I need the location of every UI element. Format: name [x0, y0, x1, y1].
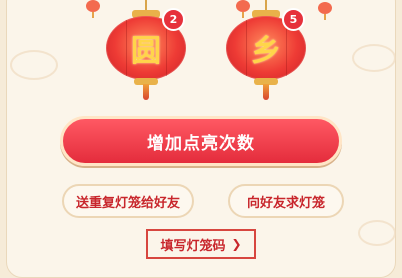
lantern-count-badge: 5 — [282, 8, 305, 31]
increase-light-count-button[interactable]: 增加点亮次数 — [60, 116, 342, 166]
enter-lantern-code-label: 填写灯笼码 — [160, 238, 226, 254]
cloud-decoration-right — [352, 44, 396, 72]
lantern-card-1[interactable]: 圆 2 — [104, 0, 188, 100]
enter-lantern-code-link[interactable]: 填写灯笼码 ❯ — [146, 229, 256, 259]
ask-friends-lantern-button[interactable]: 向好友求灯笼 — [228, 184, 344, 218]
cloud-decoration-left — [10, 50, 58, 80]
chevron-right-icon: ❯ — [231, 237, 242, 251]
small-lantern-icon — [86, 0, 100, 18]
lantern-card-2[interactable]: 乡 5 — [224, 0, 308, 100]
send-duplicate-lantern-button[interactable]: 送重复灯笼给好友 — [62, 184, 194, 218]
small-lantern-icon — [318, 2, 332, 20]
cloud-decoration-bottom-right — [358, 220, 396, 246]
lantern-char: 圆 — [131, 34, 161, 69]
lantern-char: 乡 — [251, 34, 281, 69]
lantern-count-badge: 2 — [162, 8, 185, 31]
